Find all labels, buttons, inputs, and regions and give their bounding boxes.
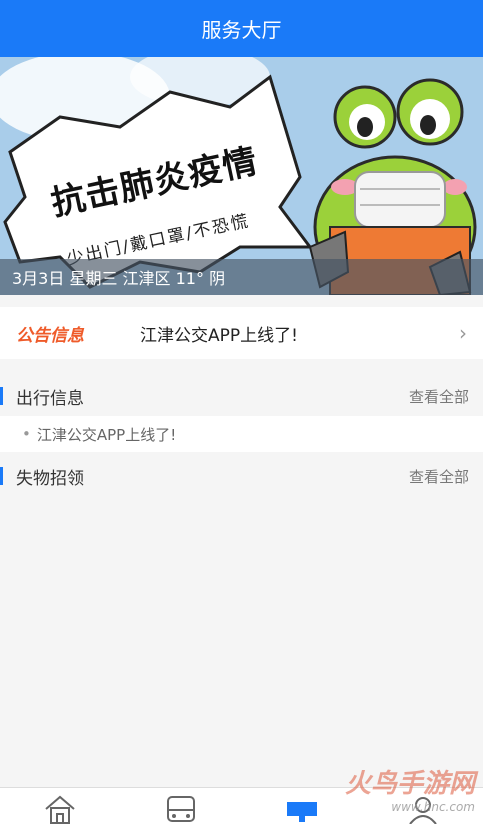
tab-bus[interactable] (121, 788, 242, 828)
service-hall-icon (286, 802, 317, 822)
date-weather-text: 3月3日 星期三 江津区 11° 阴 (12, 269, 226, 288)
epidemic-banner[interactable]: 抗击肺炎疫情 少出门/戴口罩/不恐慌 3月3日 星期三 江津区 11° 阴 (0, 57, 483, 295)
lost-found-view-all-link[interactable]: 查看全部 (409, 466, 483, 487)
notice-label: 公告信息 (16, 325, 84, 346)
app-header: 服务大厅 (0, 0, 483, 57)
section-accent-bar (0, 467, 3, 485)
section-accent-bar (0, 387, 3, 405)
bus-icon (167, 796, 196, 822)
bullet-icon: • (22, 425, 31, 443)
travel-info-header: 出行信息 查看全部 (0, 376, 483, 416)
travel-view-all-link[interactable]: 查看全部 (409, 386, 483, 407)
watermark: 火鸟手游网 www.hnc.com (345, 763, 475, 814)
tab-home[interactable] (0, 788, 121, 828)
chevron-right-icon: › (459, 321, 467, 345)
notice-row[interactable]: 公告信息 江津公交APP上线了! › (0, 307, 483, 359)
lost-found-title: 失物招领 (16, 468, 84, 489)
date-weather-bar: 3月3日 星期三 江津区 11° 阴 (0, 259, 483, 295)
list-item[interactable]: • 江津公交APP上线了! (0, 416, 483, 452)
lost-found-header: 失物招领 查看全部 (0, 456, 483, 496)
travel-item-text: 江津公交APP上线了! (36, 425, 177, 444)
travel-info-title: 出行信息 (16, 388, 84, 409)
watermark-url: www.hnc.com (391, 800, 475, 814)
page-title: 服务大厅 (201, 18, 282, 42)
notice-text[interactable]: 江津公交APP上线了! (125, 321, 459, 346)
home-icon (45, 795, 76, 824)
watermark-text: 火鸟手游网 (344, 769, 475, 799)
